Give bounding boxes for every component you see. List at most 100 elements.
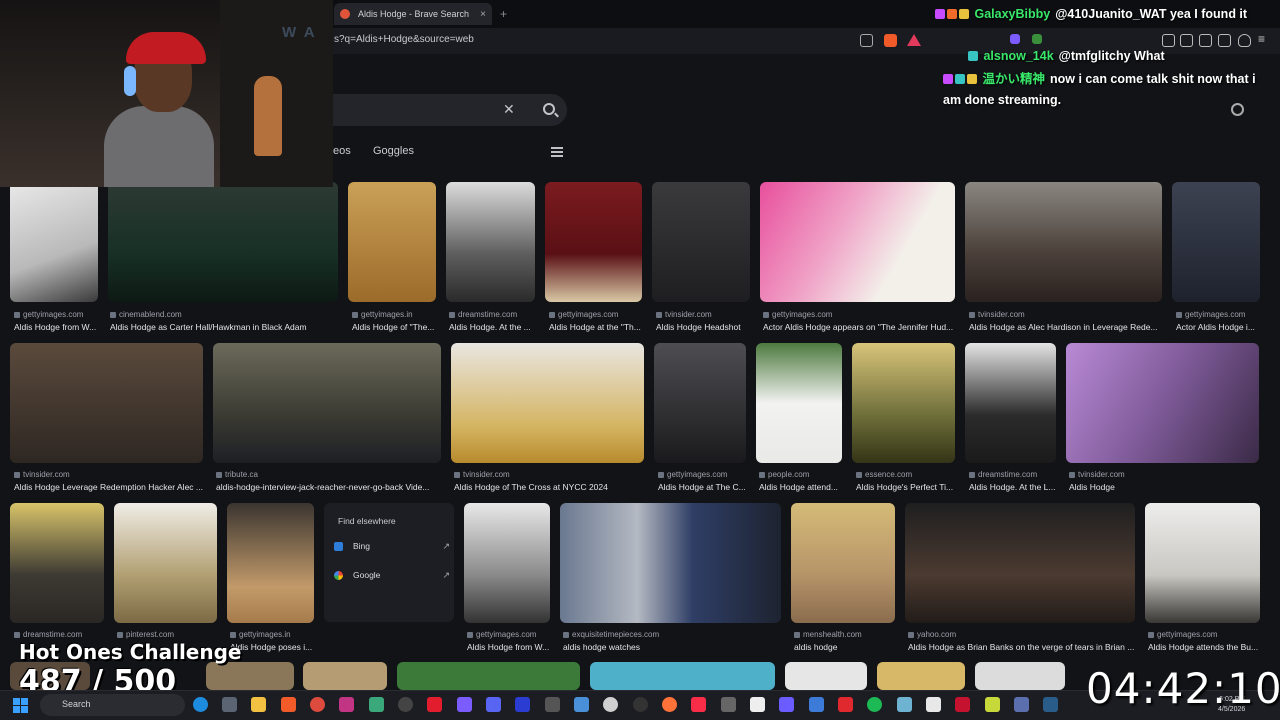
- filter-icon[interactable]: [551, 145, 563, 157]
- app-icon[interactable]: [427, 697, 442, 712]
- image-result[interactable]: [877, 662, 965, 690]
- brave-shields-icon[interactable]: [884, 34, 897, 47]
- image-result[interactable]: [905, 503, 1135, 623]
- app-icon[interactable]: [633, 697, 648, 712]
- brave-rewards-icon[interactable]: [907, 34, 921, 46]
- sidebar-icon[interactable]: [1180, 34, 1193, 47]
- search-icon[interactable]: [543, 103, 555, 115]
- extension-icon[interactable]: [1010, 34, 1020, 44]
- image-caption[interactable]: Aldis Hodge: [1069, 482, 1262, 492]
- app-icon[interactable]: [515, 697, 530, 712]
- image-result[interactable]: [464, 503, 550, 623]
- image-result[interactable]: [975, 662, 1065, 690]
- playlist-icon[interactable]: [1162, 34, 1175, 47]
- image-result[interactable]: [654, 343, 746, 463]
- image-source[interactable]: gettyimages.com: [14, 310, 104, 319]
- image-source[interactable]: gettyimages.in: [352, 310, 440, 319]
- image-caption[interactable]: Aldis Hodge Leverage Redemption Hacker A…: [14, 482, 207, 492]
- image-result[interactable]: [1066, 343, 1259, 463]
- image-source[interactable]: dreamstime.com: [14, 630, 108, 639]
- image-caption[interactable]: Actor Aldis Hodge i...: [1176, 322, 1264, 332]
- find-on-google-link[interactable]: Google ↗: [334, 566, 450, 584]
- spotify-icon[interactable]: [867, 697, 882, 712]
- image-caption[interactable]: Aldis Hodge of The Cross at NYCC 2024: [454, 482, 647, 492]
- image-caption[interactable]: Aldis Hodge as Brian Banks on the verge …: [908, 642, 1138, 652]
- obs-icon[interactable]: [398, 697, 413, 712]
- image-result[interactable]: [227, 503, 314, 623]
- new-tab-button[interactable]: +: [500, 7, 507, 21]
- image-caption[interactable]: Aldis Hodge. At the L...: [969, 482, 1060, 492]
- image-source[interactable]: gettyimages.com: [549, 310, 644, 319]
- share-icon[interactable]: [860, 34, 873, 47]
- image-result[interactable]: [560, 503, 781, 623]
- image-source[interactable]: tvinsider.com: [1069, 470, 1262, 479]
- vpn-icon[interactable]: [1238, 34, 1251, 47]
- music-icon[interactable]: [691, 697, 706, 712]
- image-source[interactable]: tvinsider.com: [656, 310, 754, 319]
- image-result[interactable]: [1172, 182, 1260, 302]
- image-result[interactable]: [791, 503, 895, 623]
- extension-icon[interactable]: [1032, 34, 1042, 44]
- gamepad-icon[interactable]: [457, 697, 472, 712]
- app-icon[interactable]: [721, 697, 736, 712]
- image-result[interactable]: [303, 662, 387, 690]
- image-source[interactable]: gettyimages.com: [1176, 310, 1264, 319]
- image-caption[interactable]: Aldis Hodge attends the Bu...: [1148, 642, 1263, 652]
- image-source[interactable]: dreamstime.com: [449, 310, 539, 319]
- image-result[interactable]: [1145, 503, 1260, 623]
- edge-icon[interactable]: [193, 697, 208, 712]
- app-icon[interactable]: [1014, 697, 1029, 712]
- image-caption[interactable]: aldis hodge: [794, 642, 898, 652]
- image-result[interactable]: [10, 503, 104, 623]
- app-icon[interactable]: [545, 697, 560, 712]
- image-caption[interactable]: aldis-hodge-interview-jack-reacher-never…: [216, 482, 444, 492]
- app-icon[interactable]: [985, 697, 1000, 712]
- windows-start-icon[interactable]: [13, 698, 28, 713]
- image-caption[interactable]: Aldis Hodge. At the ...: [449, 322, 539, 332]
- firefox-icon[interactable]: [662, 697, 677, 712]
- image-source[interactable]: gettyimages.com: [1148, 630, 1263, 639]
- app-icon[interactable]: [926, 697, 941, 712]
- discord-icon[interactable]: [486, 697, 501, 712]
- image-result[interactable]: [965, 182, 1162, 302]
- image-source[interactable]: tvinsider.com: [454, 470, 647, 479]
- image-result[interactable]: [114, 503, 217, 623]
- image-result[interactable]: [10, 343, 203, 463]
- clear-search-icon[interactable]: ✕: [503, 101, 515, 118]
- image-result[interactable]: [451, 343, 644, 463]
- image-result[interactable]: [852, 343, 955, 463]
- image-caption[interactable]: Aldis Hodge's Perfect Ti...: [856, 482, 959, 492]
- image-result[interactable]: [965, 343, 1056, 463]
- tab-close-icon[interactable]: ×: [480, 9, 486, 20]
- image-source[interactable]: exquisitetimepieces.com: [563, 630, 784, 639]
- wallet-icon[interactable]: [1199, 34, 1212, 47]
- image-caption[interactable]: aldis hodge watches: [563, 642, 784, 652]
- app-icon[interactable]: [809, 697, 824, 712]
- app-icon[interactable]: [369, 697, 384, 712]
- app-icon[interactable]: [897, 697, 912, 712]
- folder-icon[interactable]: [251, 697, 266, 712]
- image-source[interactable]: pinterest.com: [117, 630, 220, 639]
- tab-goggles[interactable]: Goggles: [373, 145, 414, 157]
- search-input[interactable]: [333, 94, 567, 126]
- app-icon[interactable]: [603, 697, 618, 712]
- image-result[interactable]: [760, 182, 955, 302]
- tab-videos[interactable]: eos: [333, 145, 351, 157]
- image-caption[interactable]: Aldis Hodge from W...: [14, 322, 104, 332]
- leo-icon[interactable]: [1218, 34, 1231, 47]
- image-caption[interactable]: Aldis Hodge Headshot: [656, 322, 754, 332]
- image-caption[interactable]: Aldis Hodge as Alec Hardison in Leverage…: [969, 322, 1166, 332]
- image-result[interactable]: [206, 662, 294, 690]
- image-source[interactable]: essence.com: [856, 470, 959, 479]
- app-icon[interactable]: [574, 697, 589, 712]
- image-source[interactable]: people.com: [759, 470, 847, 479]
- menu-icon[interactable]: ≡: [1258, 33, 1271, 47]
- app-icon[interactable]: [838, 697, 853, 712]
- url-text[interactable]: s?q=Aldis+Hodge&source=web: [334, 34, 474, 45]
- image-source[interactable]: gettyimages.com: [467, 630, 557, 639]
- image-caption[interactable]: Aldis Hodge of "The...: [352, 322, 440, 332]
- image-source[interactable]: tvinsider.com: [969, 310, 1166, 319]
- browser-tab[interactable]: Aldis Hodge - Brave Search ×: [334, 3, 492, 25]
- app-icon[interactable]: [750, 697, 765, 712]
- image-result[interactable]: [397, 662, 580, 690]
